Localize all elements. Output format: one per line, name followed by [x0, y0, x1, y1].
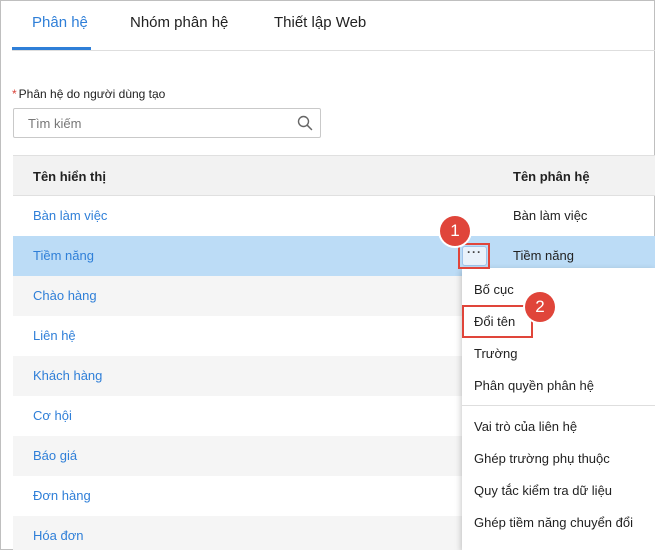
column-header-module-name[interactable]: Tên phân hệ: [513, 169, 590, 184]
step-marker-2: 2: [525, 292, 555, 322]
required-mark: *: [12, 87, 17, 101]
more-icon: ···: [467, 245, 482, 259]
row-actions-menu: Bố cục Đổi tên Trường Phân quyền phân hệ…: [462, 268, 655, 550]
row-display-name-link[interactable]: Chào hàng: [33, 288, 97, 303]
search-input[interactable]: [15, 110, 285, 136]
row-display-name-link[interactable]: Hóa đơn: [33, 528, 83, 543]
column-header-display-name[interactable]: Tên hiển thị: [33, 169, 106, 184]
table-row[interactable]: Bàn làm việc Bàn làm việc: [13, 196, 655, 236]
table-header: Tên hiển thị Tên phân hệ: [13, 155, 655, 196]
search-icon[interactable]: [297, 115, 313, 131]
menu-item-dependent-fields[interactable]: Ghép trường phụ thuộc: [474, 451, 610, 466]
menu-item-validation-rules[interactable]: Quy tắc kiểm tra dữ liệu: [474, 483, 612, 498]
menu-divider: [462, 405, 655, 406]
active-tab-indicator: [12, 47, 91, 50]
section-label-text: Phân hệ do người dùng tạo: [18, 87, 166, 101]
menu-item-layout[interactable]: Bố cục: [474, 282, 514, 297]
menu-item-fields[interactable]: Trường: [474, 346, 517, 361]
row-display-name-link[interactable]: Tiềm năng: [33, 248, 94, 263]
row-module-name: Tiềm năng: [513, 248, 574, 263]
step-marker-1: 1: [440, 216, 470, 246]
menu-item-lead-conversion-mapping[interactable]: Ghép tiềm năng chuyển đổi: [474, 515, 633, 530]
row-display-name-link[interactable]: Báo giá: [33, 448, 77, 463]
row-display-name-link[interactable]: Bàn làm việc: [33, 208, 107, 223]
menu-item-contact-roles[interactable]: Vai trò của liên hệ: [474, 419, 577, 434]
row-display-name-link[interactable]: Cơ hội: [33, 408, 72, 423]
row-display-name-link[interactable]: Khách hàng: [33, 368, 102, 383]
search-box: [13, 108, 321, 138]
section-label: * Phân hệ do người dùng tạo: [12, 87, 165, 101]
tab-web-settings[interactable]: Thiết lập Web: [274, 14, 366, 31]
tab-bar: Phân hệ Nhóm phân hệ Thiết lập Web: [12, 0, 655, 51]
row-display-name-link[interactable]: Đơn hàng: [33, 488, 91, 503]
menu-item-rename[interactable]: Đổi tên: [474, 314, 515, 329]
menu-item-module-permissions[interactable]: Phân quyền phân hệ: [474, 378, 594, 393]
tab-module-groups[interactable]: Nhóm phân hệ: [130, 14, 228, 31]
tab-modules[interactable]: Phân hệ: [32, 14, 88, 31]
row-module-name: Bàn làm việc: [513, 208, 588, 223]
row-more-actions-button[interactable]: ···: [462, 246, 487, 266]
row-display-name-link[interactable]: Liên hệ: [33, 328, 76, 343]
